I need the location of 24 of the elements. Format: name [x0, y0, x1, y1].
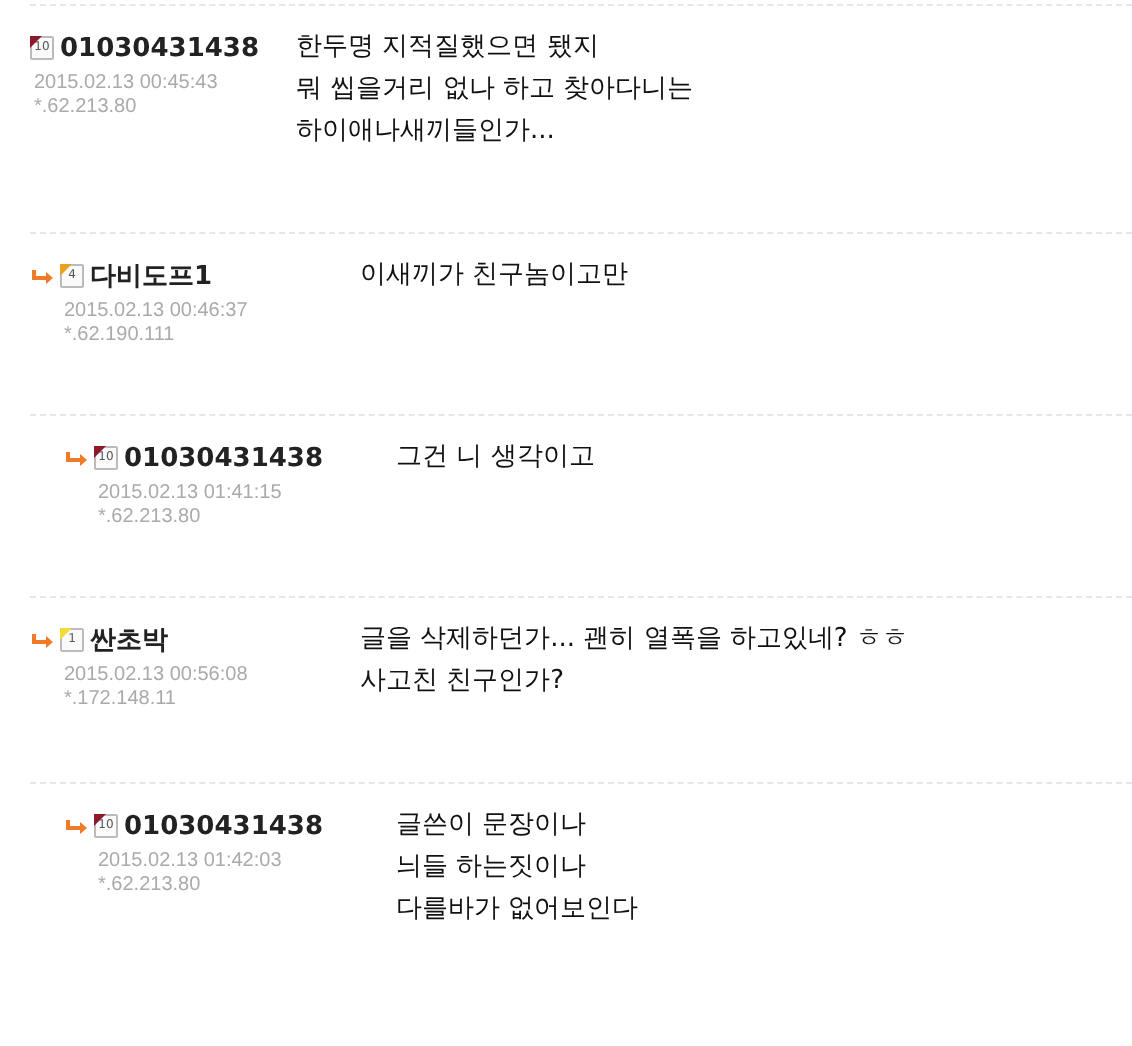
comment-text: 글쓴이 문장이나 늬들 하는짓이나 다를바가 없어보인다: [396, 808, 639, 928]
ip-address: *.62.213.80: [98, 506, 203, 530]
reply-arrow-icon: [32, 631, 54, 649]
comment-date: 2015.02.13 00:46:37: [64, 300, 250, 324]
comment-text: 그건 니 생각이고: [396, 440, 595, 476]
author-name[interactable]: 01030431438: [124, 443, 323, 473]
ip-address: *.62.190.111: [64, 324, 177, 348]
comment-date: 2015.02.13 00:56:08: [64, 664, 250, 688]
author-name[interactable]: 싼초박: [90, 622, 168, 658]
comment-text: 이새끼가 친구놈이고만: [360, 258, 629, 294]
ip-address: *.62.213.80: [34, 96, 139, 120]
author-name[interactable]: 01030431438: [60, 33, 259, 63]
comment-date: 2015.02.13 00:45:43: [34, 72, 220, 96]
reply-arrow-icon: [66, 817, 88, 835]
comment-text: 한두명 지적질했으면 됐지 뭐 씹을거리 없나 하고 찾아다니는 하이애나새끼들인가...: [296, 30, 694, 150]
author-name[interactable]: 01030431438: [124, 811, 323, 841]
author-name[interactable]: 다비도프1: [90, 258, 213, 294]
reply-arrow-icon: [32, 267, 54, 285]
reply-arrow-icon: [66, 449, 88, 467]
ip-address: *.62.213.80: [98, 874, 203, 898]
ip-address: *.172.148.11: [64, 688, 178, 712]
comment-date: 2015.02.13 01:41:15: [98, 482, 284, 506]
comment-text: 글을 삭제하던가... 괜히 열폭을 하고있네? ㅎㅎ 사고친 친구인가?: [360, 622, 908, 700]
comment-date: 2015.02.13 01:42:03: [98, 850, 284, 874]
